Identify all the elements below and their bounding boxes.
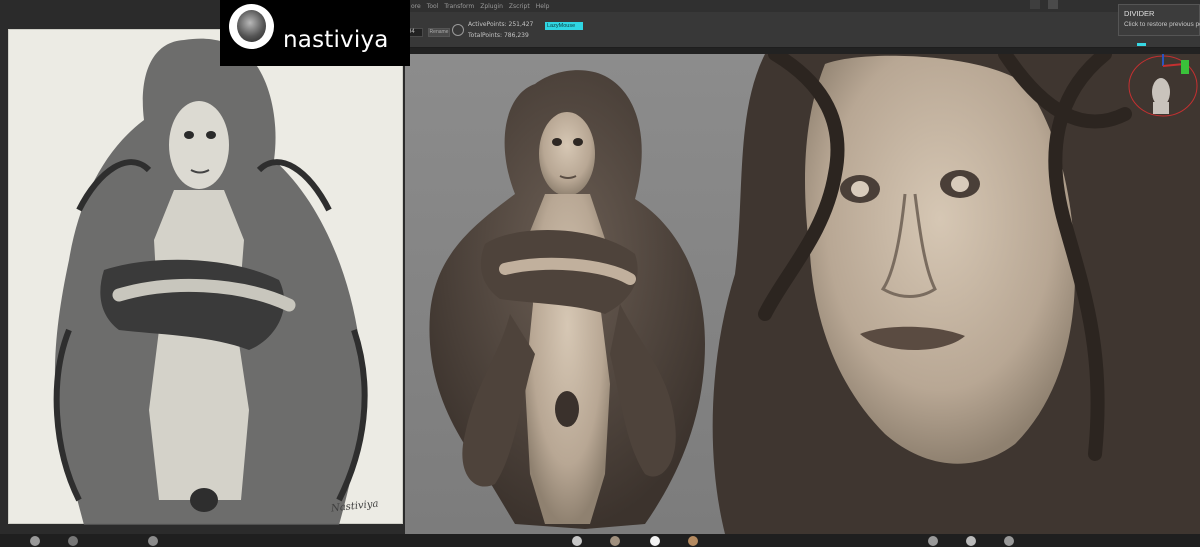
top-toolbar <box>405 12 1200 48</box>
material-icon[interactable] <box>688 536 698 546</box>
navigation-gizmo[interactable] <box>1126 46 1200 126</box>
brush-icon[interactable] <box>148 536 158 546</box>
full-body-sculpt <box>429 70 705 529</box>
menu-item-zscript[interactable]: Zscript <box>509 3 530 10</box>
menu-item-preferences[interactable]: ore <box>411 3 421 10</box>
tooltip-text: Click to restore previous po <box>1124 21 1200 28</box>
brush-icon[interactable] <box>928 536 938 546</box>
rename-button[interactable]: Rename <box>428 28 450 37</box>
total-points-readout: TotalPoints: 786,239 <box>468 32 529 39</box>
color-swatch-icon[interactable] <box>650 536 660 546</box>
menu-bar: ore Tool Transform Zplugin Zscript Help <box>405 0 1200 12</box>
rotate-icon[interactable] <box>452 24 464 36</box>
active-points-readout: ActivePoints: 251,427 <box>468 21 534 28</box>
head-closeup-sculpt <box>712 54 1200 534</box>
sculpt-render <box>429 54 1200 534</box>
brush-icon[interactable] <box>1004 536 1014 546</box>
material-icon[interactable] <box>572 536 582 546</box>
menu-item-transform[interactable]: Transform <box>444 3 474 10</box>
sculpt-viewport[interactable] <box>405 54 1200 534</box>
bottom-shelf <box>0 534 1200 547</box>
maximize-button[interactable] <box>1048 0 1058 9</box>
divider-tooltip: DIVIDER Click to restore previous po <box>1118 4 1200 36</box>
menu-item-zplugin[interactable]: Zplugin <box>480 3 503 10</box>
tooltip-title: DIVIDER <box>1124 9 1155 18</box>
brush-icon[interactable] <box>30 536 40 546</box>
menu-item-tool[interactable]: Tool <box>427 3 439 10</box>
brush-icon[interactable] <box>68 536 78 546</box>
pencil-drawing <box>53 38 368 525</box>
brush-icon[interactable] <box>966 536 976 546</box>
avatar <box>229 4 274 49</box>
avatar-image <box>237 10 266 42</box>
material-icon[interactable] <box>610 536 620 546</box>
reference-drawing: Nastiviya <box>8 29 403 525</box>
menu-item-help[interactable]: Help <box>536 3 550 10</box>
zbrush-window: ore Tool Transform Zplugin Zscript Help … <box>0 0 1200 547</box>
username: nastiviya <box>283 27 389 53</box>
minimize-button[interactable] <box>1030 0 1040 9</box>
lazymouse-button[interactable]: LazyMouse <box>545 22 583 30</box>
